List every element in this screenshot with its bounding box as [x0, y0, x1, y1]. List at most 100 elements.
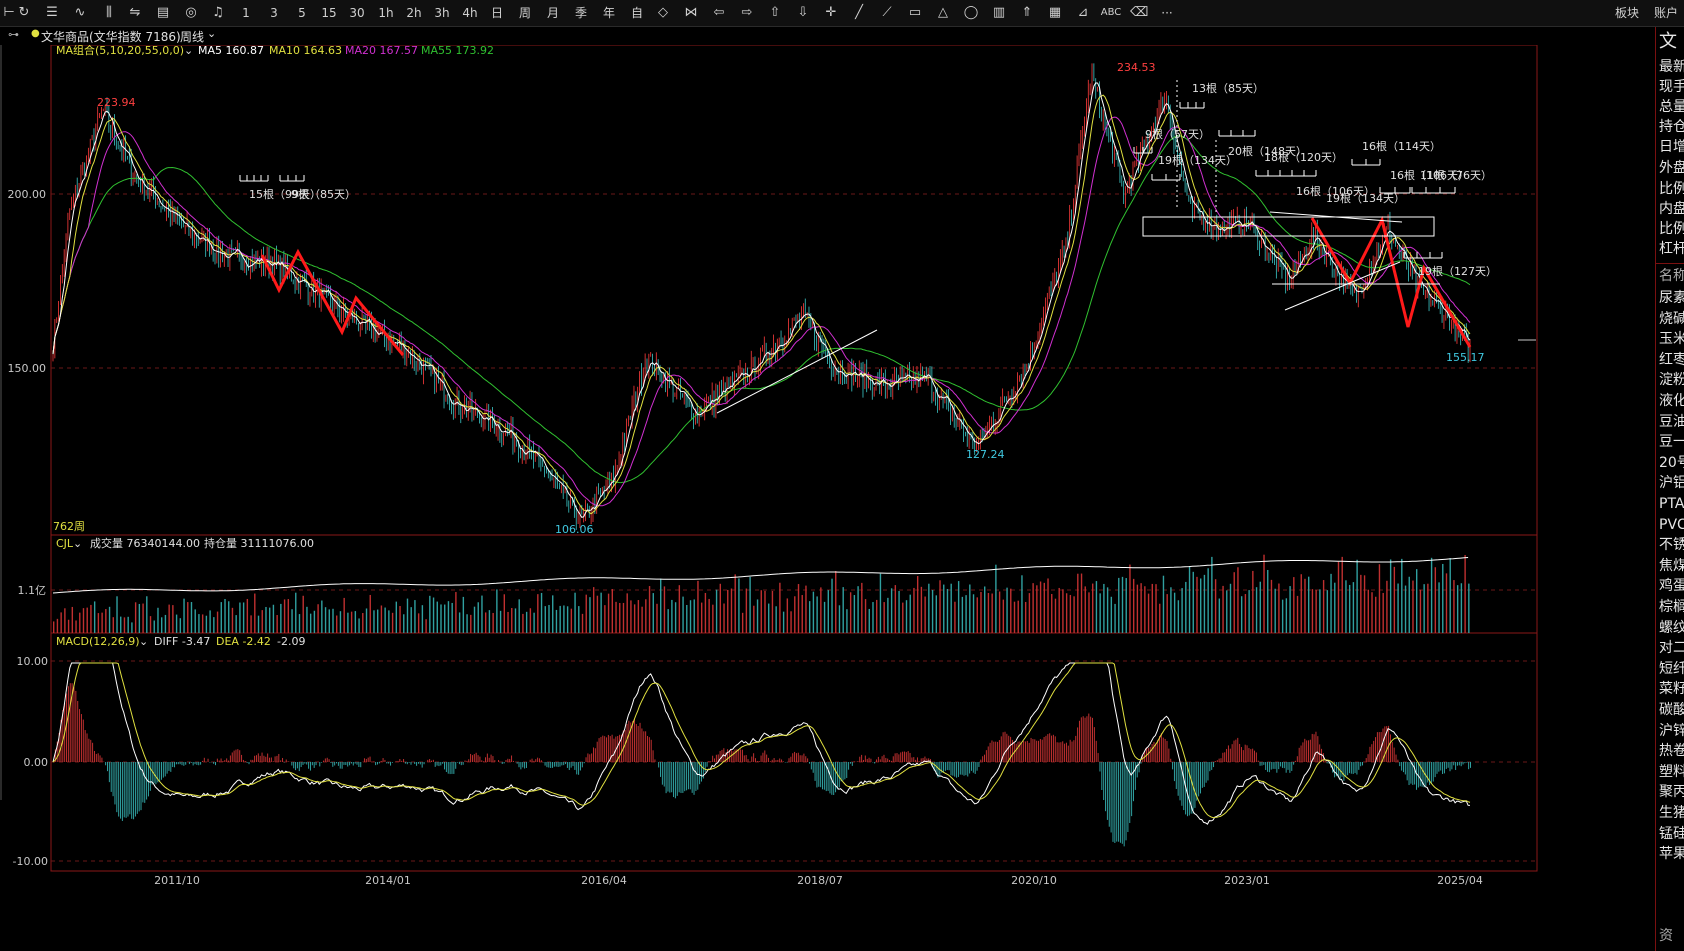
ma-group-label[interactable]: MA组合(5,10,20,55,0,0): [56, 45, 184, 57]
account-button[interactable]: 账户: [1650, 3, 1682, 23]
macd-bar: [984, 754, 986, 762]
money-icon[interactable]: ◎: [182, 3, 200, 23]
contract-item[interactable]: 20号: [1659, 452, 1684, 474]
contract-item[interactable]: 螺纹: [1659, 617, 1684, 639]
kline-icon[interactable]: ⫼: [100, 3, 118, 23]
contract-item[interactable]: 棕榈: [1659, 596, 1684, 618]
macd-bar: [1213, 762, 1215, 768]
volume-bar: [1181, 588, 1183, 633]
period-week[interactable]: 周: [516, 3, 534, 23]
arrow-right-icon[interactable]: ⇨: [738, 3, 756, 23]
chevron-down-icon[interactable]: ⌄: [139, 635, 148, 648]
period-quarter[interactable]: 季: [572, 3, 590, 23]
contract-item[interactable]: 短纤: [1659, 658, 1684, 680]
period-2h[interactable]: 2h: [404, 3, 424, 23]
fib-icon[interactable]: ▦: [1046, 3, 1064, 23]
contract-item[interactable]: 苹果: [1659, 843, 1684, 865]
text-box-icon[interactable]: ▥: [990, 3, 1008, 23]
fan-icon[interactable]: ⊿: [1074, 3, 1092, 23]
macd-bar: [1136, 762, 1138, 778]
instrument-name[interactable]: 文华商品(文华指数 7186): [41, 28, 181, 45]
macd-label[interactable]: MACD(12,26,9): [56, 635, 140, 648]
chevron-down-icon[interactable]: ⌄: [207, 27, 216, 40]
up-arrow-mark-icon[interactable]: ⇑: [1018, 3, 1036, 23]
contract-item[interactable]: 豆一: [1659, 431, 1684, 453]
contract-item[interactable]: 豆油: [1659, 411, 1684, 433]
link-icon[interactable]: ⊶: [8, 28, 19, 41]
contract-item[interactable]: 对二: [1659, 637, 1684, 659]
draw-line-icon[interactable]: ╱: [850, 3, 868, 23]
sector-button[interactable]: 板块: [1612, 3, 1642, 23]
contract-item[interactable]: 沪锌: [1659, 720, 1684, 742]
volume-bar: [853, 595, 856, 633]
contract-item[interactable]: 菜籽: [1659, 678, 1684, 700]
macd-bar: [447, 762, 449, 774]
rectangle-icon[interactable]: ▭: [906, 3, 924, 23]
macd-bar: [1265, 762, 1267, 770]
crosshair-icon[interactable]: ✛: [822, 3, 840, 23]
contract-item[interactable]: PTA: [1659, 493, 1684, 515]
list-icon[interactable]: ☰: [44, 3, 60, 23]
contract-item[interactable]: 烧碱: [1659, 308, 1684, 330]
contract-item[interactable]: 玉米: [1659, 328, 1684, 350]
volume-bar: [663, 586, 666, 633]
period-1h[interactable]: 1h: [376, 3, 396, 23]
macd-bar: [680, 762, 682, 794]
line-chart-icon[interactable]: ∿: [72, 3, 88, 23]
back-icon[interactable]: ⊢: [2, 3, 16, 23]
contract-item[interactable]: 锰硅: [1659, 823, 1684, 845]
text-tool[interactable]: ABC: [1098, 3, 1124, 23]
period-day[interactable]: 日: [488, 3, 506, 23]
volume-bar: [1386, 580, 1388, 633]
arrow-left-icon[interactable]: ⇦: [710, 3, 728, 23]
period-year[interactable]: 年: [600, 3, 618, 23]
contract-item[interactable]: 塑料: [1659, 761, 1684, 783]
index-icon[interactable]: ▤: [154, 3, 172, 23]
contract-item[interactable]: 焦煤: [1659, 555, 1684, 577]
chevron-down-icon[interactable]: ⌄: [184, 45, 193, 57]
contract-item[interactable]: 尿素: [1659, 287, 1684, 309]
eraser-icon[interactable]: ⌫: [1130, 3, 1148, 23]
period-3h[interactable]: 3h: [432, 3, 452, 23]
main-chart[interactable]: 200.00 150.00 MA组合(5,10,20,55,0,0) ⌄ MA5…: [0, 45, 1655, 951]
ellipse-icon[interactable]: ◯: [962, 3, 980, 23]
contract-item[interactable]: 不锈: [1659, 534, 1684, 556]
triangle-icon[interactable]: △: [934, 3, 952, 23]
macd-bar: [1015, 743, 1017, 762]
period-30[interactable]: 30: [346, 3, 368, 23]
contract-item[interactable]: 生猪: [1659, 802, 1684, 824]
period-selector[interactable]: 周线: [180, 28, 204, 45]
contract-item[interactable]: 液化: [1659, 390, 1684, 412]
period-4h[interactable]: 4h: [460, 3, 480, 23]
alert-bell-icon[interactable]: ♫: [210, 3, 226, 23]
period-custom[interactable]: 自: [628, 3, 646, 23]
contract-item[interactable]: PVC: [1659, 514, 1684, 536]
period-1[interactable]: 1: [238, 3, 254, 23]
period-3[interactable]: 3: [266, 3, 282, 23]
arrow-up-icon[interactable]: ⇧: [766, 3, 784, 23]
refresh-icon[interactable]: ↻: [16, 3, 32, 23]
zoom-in-icon[interactable]: ◇: [654, 3, 672, 23]
volume-bar: [1375, 596, 1377, 633]
volume-bar: [1069, 594, 1072, 633]
volume-indicator-label[interactable]: CJL: [56, 537, 74, 550]
compare-icon[interactable]: ⇋: [126, 3, 144, 23]
contract-item[interactable]: 热卷: [1659, 740, 1684, 762]
contract-item[interactable]: 碳酸: [1659, 699, 1684, 721]
volume-bar: [797, 584, 800, 633]
zoom-out-icon[interactable]: ⋈: [682, 3, 700, 23]
contract-item[interactable]: 沪铝: [1659, 472, 1684, 494]
period-15[interactable]: 15: [318, 3, 340, 23]
trendline-2018[interactable]: [716, 329, 878, 414]
draw-ray-icon[interactable]: ⟋: [878, 3, 896, 23]
arrow-down-icon[interactable]: ⇩: [794, 3, 812, 23]
chevron-down-icon[interactable]: ⌄: [73, 537, 82, 550]
period-month[interactable]: 月: [544, 3, 562, 23]
macd-bar: [805, 756, 807, 762]
more-tools[interactable]: ···: [1156, 3, 1178, 23]
contract-item[interactable]: 淀粉: [1659, 369, 1684, 391]
contract-item[interactable]: 红枣: [1659, 349, 1684, 371]
period-5[interactable]: 5: [294, 3, 310, 23]
contract-item[interactable]: 聚丙: [1659, 781, 1684, 803]
contract-item[interactable]: 鸡蛋: [1659, 575, 1684, 597]
